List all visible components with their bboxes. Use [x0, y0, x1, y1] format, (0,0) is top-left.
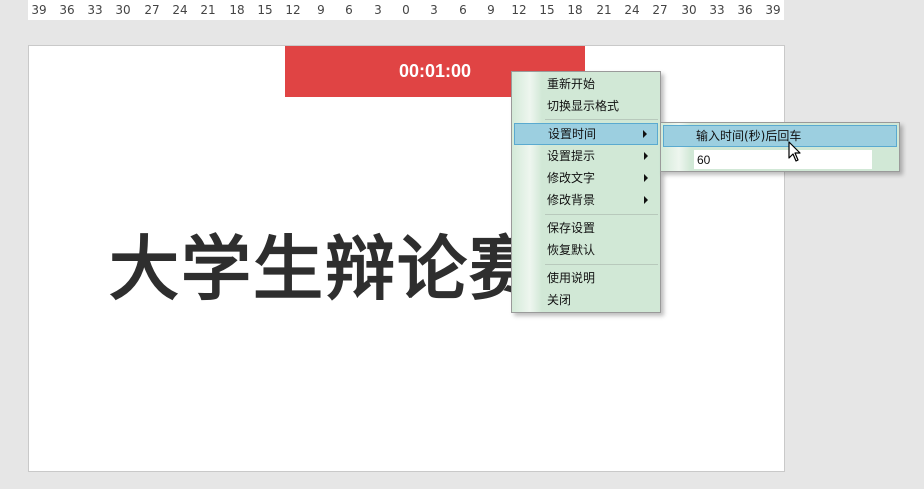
menu-item-edit-background[interactable]: 修改背景: [514, 189, 658, 211]
ruler-tick: 30: [681, 3, 697, 17]
ruler-tick: 36: [737, 3, 753, 17]
horizontal-ruler: 39 36 33 30 27 24 21 18 15 12 9 6 3 0 3 …: [28, 0, 784, 20]
ruler-tick: 9: [317, 3, 325, 17]
ruler-tick: 0: [402, 3, 410, 17]
menu-item-set-hint[interactable]: 设置提示: [514, 145, 658, 167]
slide-canvas[interactable]: 00:01:00 大学生辩论赛: [28, 45, 785, 472]
ruler-tick: 12: [285, 3, 301, 17]
ruler-tick: 36: [59, 3, 75, 17]
ruler-tick: 27: [144, 3, 160, 17]
ruler-tick: 15: [539, 3, 555, 17]
ruler-tick: 39: [31, 3, 47, 17]
ruler-tick: 18: [567, 3, 583, 17]
ruler-tick: 21: [200, 3, 216, 17]
menu-item-label: 设置提示: [547, 149, 596, 163]
menu-item-label: 恢复默认: [547, 243, 596, 257]
ruler-tick: 6: [459, 3, 467, 17]
menu-item-toggle-format[interactable]: 切换显示格式: [514, 95, 658, 117]
ruler-tick: 27: [652, 3, 668, 17]
menu-item-label: 设置时间: [548, 127, 597, 141]
ruler-tick: 21: [596, 3, 612, 17]
menu-item-label: 关闭: [547, 293, 572, 307]
menu-item-help[interactable]: 使用说明: [514, 267, 658, 289]
ruler-tick: 6: [345, 3, 353, 17]
menu-item-label: 修改文字: [547, 171, 596, 185]
ruler-tick: 30: [115, 3, 131, 17]
menu-separator: [545, 214, 658, 215]
ruler-tick: 12: [511, 3, 527, 17]
ruler-tick: 15: [257, 3, 273, 17]
seconds-input[interactable]: [694, 150, 872, 169]
submenu-arrow-icon: [643, 130, 647, 138]
menu-separator: [545, 119, 658, 120]
submenu-arrow-icon: [644, 174, 648, 182]
set-time-submenu: 输入时间(秒)后回车: [660, 122, 900, 172]
submenu-item-enter-seconds[interactable]: 输入时间(秒)后回车: [663, 125, 897, 147]
mouse-cursor-icon: [788, 141, 801, 162]
ruler-tick: 9: [487, 3, 495, 17]
ruler-tick: 24: [624, 3, 640, 17]
menu-item-close[interactable]: 关闭: [514, 289, 658, 311]
menu-item-label: 切换显示格式: [547, 99, 620, 113]
menu-item-label: 修改背景: [547, 193, 596, 207]
menu-item-save-settings[interactable]: 保存设置: [514, 217, 658, 239]
submenu-arrow-icon: [644, 152, 648, 160]
menu-item-set-time[interactable]: 设置时间: [514, 123, 658, 145]
submenu-item-label: 输入时间(秒)后回车: [696, 129, 802, 143]
menu-item-label: 保存设置: [547, 221, 596, 235]
ruler-tick: 39: [765, 3, 781, 17]
ruler-tick: 3: [430, 3, 438, 17]
menu-item-restart[interactable]: 重新开始: [514, 73, 658, 95]
menu-item-edit-text[interactable]: 修改文字: [514, 167, 658, 189]
ruler-tick: 33: [709, 3, 725, 17]
ruler-tick: 33: [87, 3, 103, 17]
submenu-arrow-icon: [644, 196, 648, 204]
menu-item-label: 重新开始: [547, 77, 596, 91]
menu-item-label: 使用说明: [547, 271, 596, 285]
context-menu: 重新开始 切换显示格式 设置时间 设置提示 修改文字 修改背景 保存设置 恢复默…: [511, 71, 661, 313]
ruler-tick: 24: [172, 3, 188, 17]
ruler-tick: 18: [229, 3, 245, 17]
menu-separator: [545, 264, 658, 265]
menu-item-restore-default[interactable]: 恢复默认: [514, 239, 658, 261]
ruler-tick: 3: [374, 3, 382, 17]
